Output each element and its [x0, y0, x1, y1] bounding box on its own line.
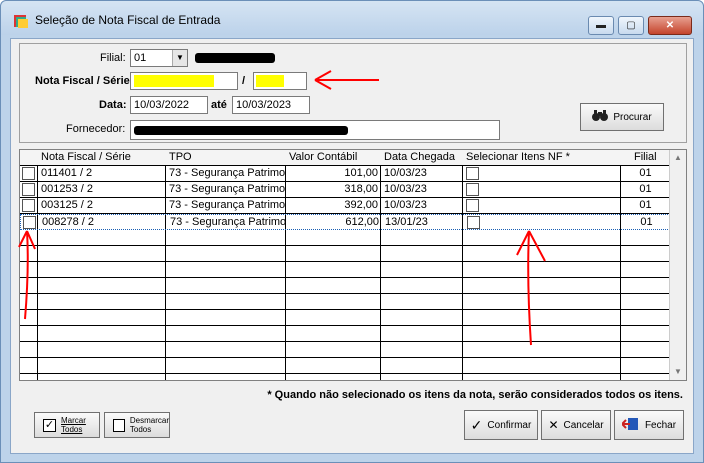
- empty-row: [20, 246, 670, 262]
- cancel-x-icon: ✕: [548, 418, 559, 432]
- vertical-scrollbar[interactable]: ▲ ▼: [669, 150, 686, 380]
- select-items-checkbox[interactable]: [467, 216, 480, 229]
- window-title: Seleção de Nota Fiscal de Entrada: [35, 13, 221, 27]
- binoculars-icon: [592, 109, 609, 125]
- empty-row: [20, 310, 670, 326]
- confirmar-button[interactable]: ✓ Confirmar: [464, 410, 538, 440]
- filter-panel: Filial: 01 ▼ Nota Fiscal / Série: / Data…: [19, 43, 687, 143]
- chevron-down-icon[interactable]: ▼: [172, 50, 187, 66]
- row-checkbox[interactable]: [22, 183, 35, 196]
- header-selecionar[interactable]: Selecionar Itens NF *: [466, 151, 570, 163]
- grid-footnote: * Quando não selecionado os itens da not…: [267, 389, 683, 401]
- desmarcar-todos-button[interactable]: Desmarcar Todos: [104, 412, 170, 438]
- scroll-down-icon[interactable]: ▼: [670, 364, 686, 380]
- row-checkbox[interactable]: [22, 167, 35, 180]
- fornecedor-label: Fornecedor:: [66, 123, 126, 135]
- data-to-input[interactable]: 10/03/2023: [232, 96, 310, 114]
- redacted-filial-name: [195, 53, 275, 63]
- nota-fiscal-label: Nota Fiscal / Série:: [35, 75, 134, 87]
- serie-separator: /: [242, 75, 246, 87]
- header-valor[interactable]: Valor Contábil: [289, 151, 357, 163]
- fechar-button[interactable]: Fechar: [614, 410, 684, 440]
- table-row[interactable]: 003125 / 2 73 - Segurança Patrimon 392,0…: [20, 198, 670, 214]
- data-from-input[interactable]: 10/03/2022: [130, 96, 208, 114]
- dialog-body: Filial: 01 ▼ Nota Fiscal / Série: / Data…: [10, 38, 694, 454]
- header-filial[interactable]: Filial: [634, 151, 657, 163]
- checked-checkbox-icon: ✓: [43, 418, 56, 432]
- header-data[interactable]: Data Chegada: [384, 151, 455, 163]
- empty-row: [20, 294, 670, 310]
- maximize-button[interactable]: ▢: [618, 16, 644, 35]
- cancelar-button[interactable]: ✕ Cancelar: [541, 410, 611, 440]
- ate-label: até: [211, 99, 227, 111]
- title-bar[interactable]: Seleção de Nota Fiscal de Entrada ▬ ▢ ✕: [1, 1, 703, 35]
- header-nota[interactable]: Nota Fiscal / Série: [41, 151, 131, 163]
- empty-row: [20, 230, 670, 246]
- data-label: Data:: [99, 99, 127, 111]
- table-row[interactable]: 001253 / 2 73 - Segurança Patrimon 318,0…: [20, 182, 670, 198]
- filial-select[interactable]: 01 ▼: [130, 49, 188, 67]
- annotation-arrow-up-icon: [516, 230, 546, 346]
- exit-door-icon: [620, 417, 640, 434]
- row-checkbox[interactable]: [22, 199, 35, 212]
- table-row[interactable]: 011401 / 2 73 - Segurança Patrimon 101,0…: [20, 166, 670, 182]
- procurar-button[interactable]: Procurar: [580, 103, 664, 131]
- table-row-focused[interactable]: 008278 / 2 73 - Segurança Patrimon 612,0…: [20, 214, 670, 230]
- empty-row: [20, 262, 670, 278]
- highlight-nota: [134, 75, 214, 87]
- minimize-button[interactable]: ▬: [588, 16, 614, 35]
- marcar-todos-button[interactable]: ✓ Marcar Todos: [34, 412, 100, 438]
- close-button[interactable]: ✕: [648, 16, 692, 35]
- app-icon: [13, 13, 29, 29]
- select-items-checkbox[interactable]: [466, 167, 479, 180]
- empty-row: [20, 278, 670, 294]
- annotation-arrow-left-icon: [314, 70, 379, 90]
- highlight-serie: [256, 75, 284, 87]
- select-items-checkbox[interactable]: [466, 199, 479, 212]
- empty-row: [20, 326, 670, 342]
- empty-row: [20, 342, 670, 358]
- scroll-up-icon[interactable]: ▲: [670, 150, 686, 166]
- redacted-fornecedor-name: [134, 126, 348, 135]
- filial-label: Filial:: [100, 52, 126, 64]
- dialog-window: Seleção de Nota Fiscal de Entrada ▬ ▢ ✕ …: [0, 0, 704, 463]
- empty-row: [20, 358, 670, 374]
- annotation-arrow-up-icon: [18, 230, 36, 320]
- checkmark-icon: ✓: [470, 416, 483, 433]
- nota-fiscal-grid: Nota Fiscal / Série TPO Valor Contábil D…: [19, 149, 687, 381]
- header-tpo[interactable]: TPO: [169, 151, 192, 163]
- unchecked-checkbox-icon: [113, 418, 125, 432]
- grid-header: Nota Fiscal / Série TPO Valor Contábil D…: [20, 150, 670, 166]
- select-items-checkbox[interactable]: [466, 183, 479, 196]
